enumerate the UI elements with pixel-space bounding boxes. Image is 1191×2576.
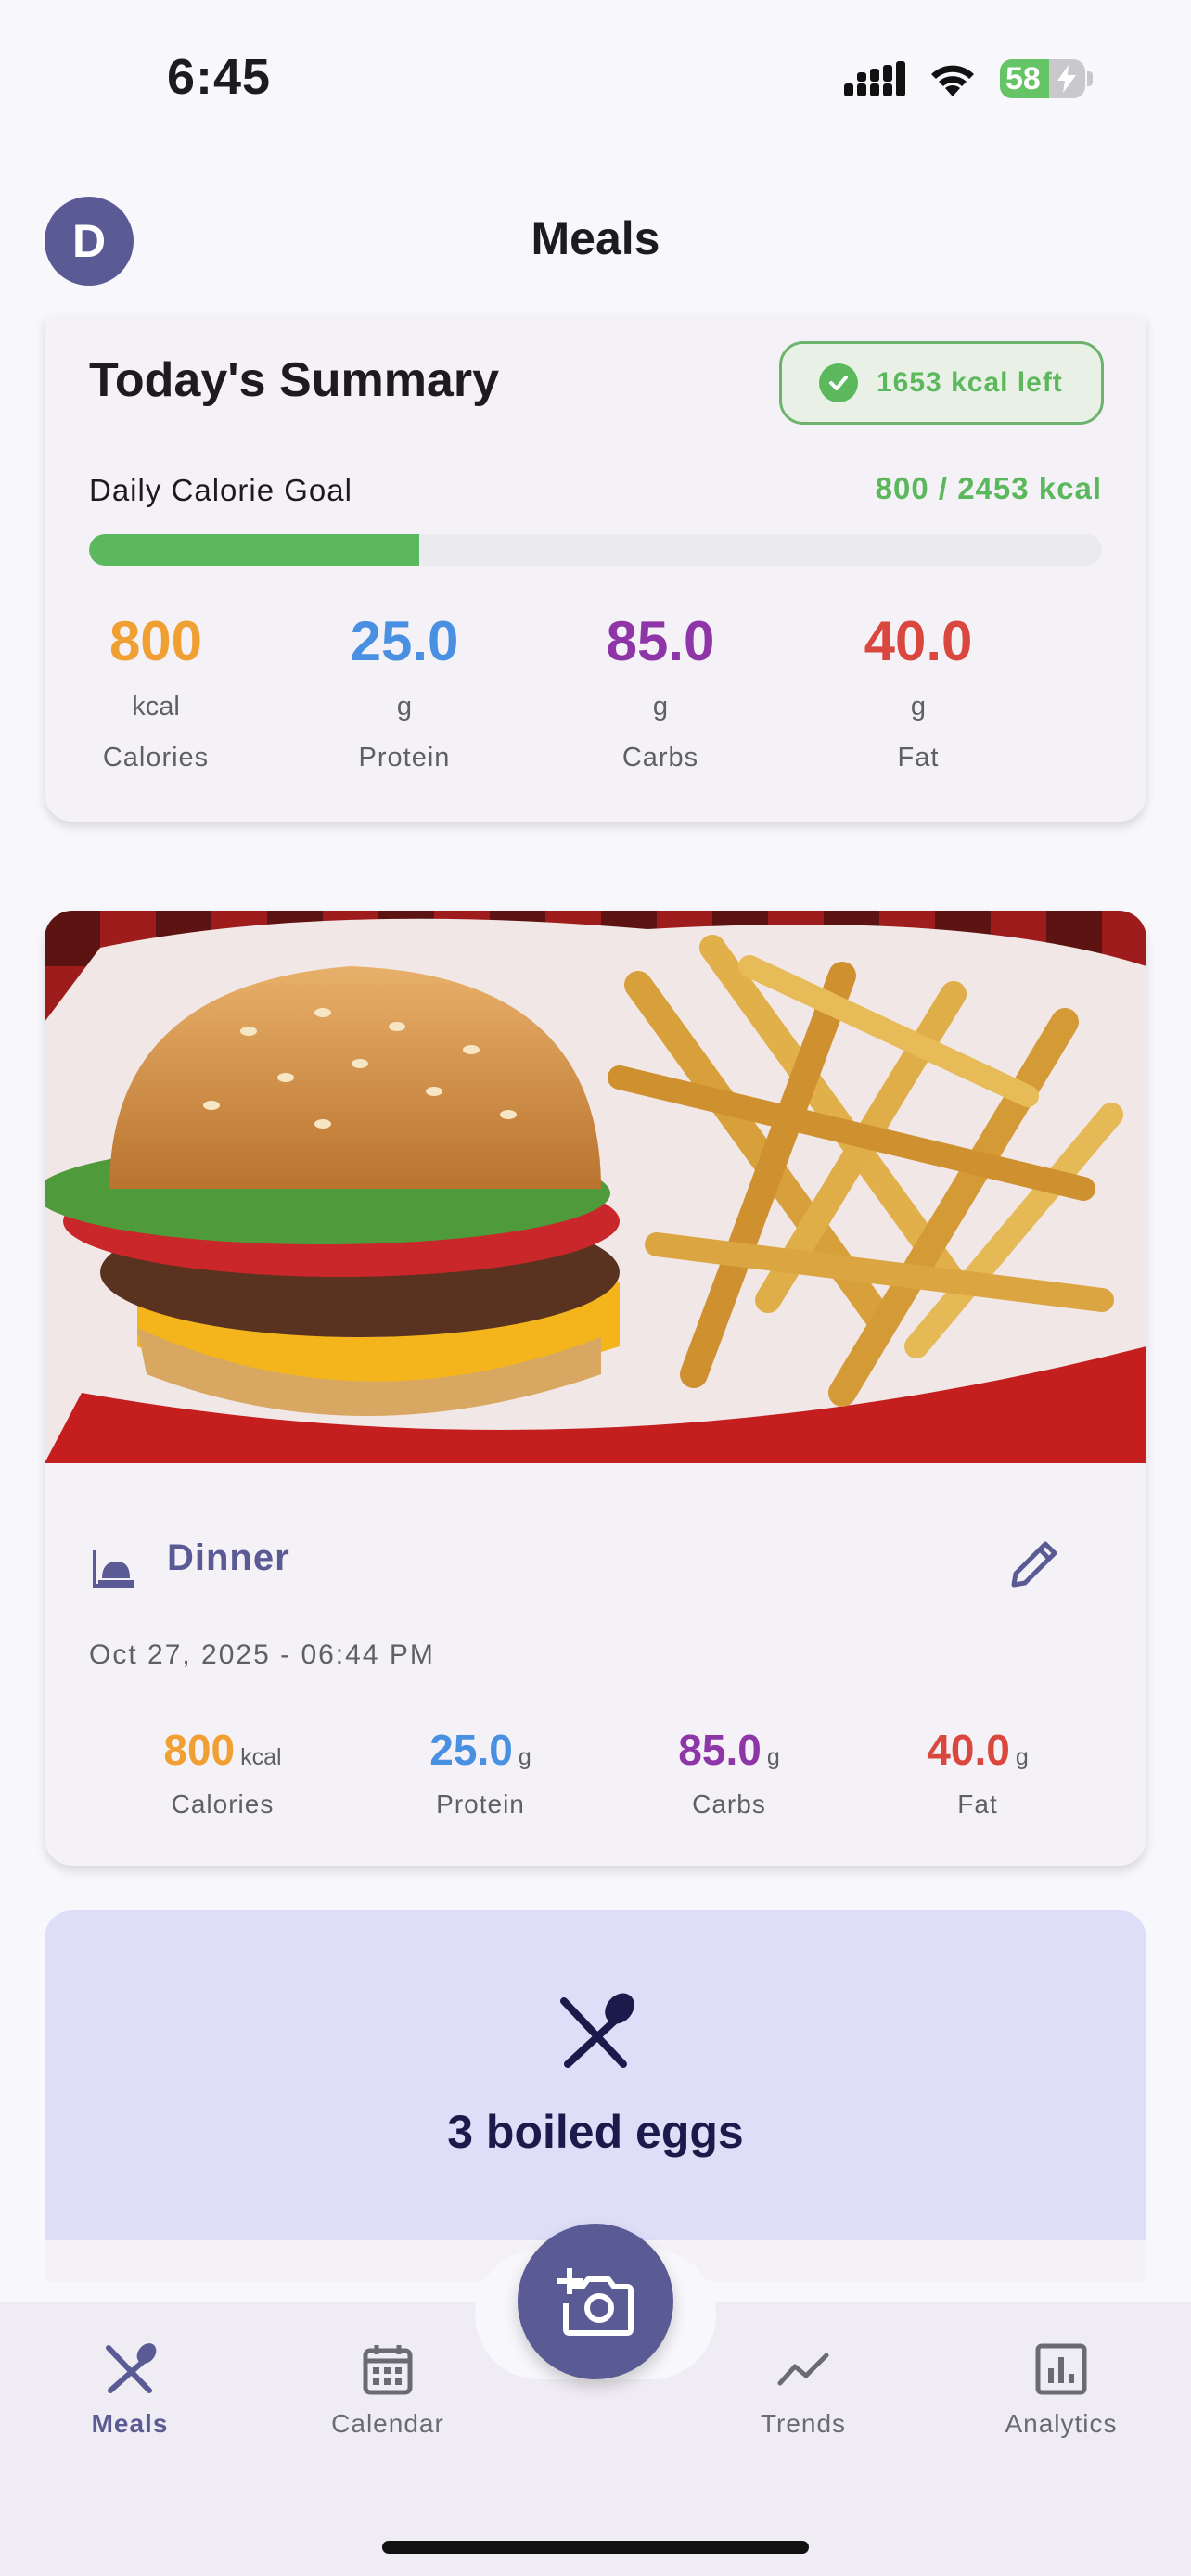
nav-item-trends[interactable]: Trends	[711, 2342, 896, 2439]
summary-macro-carbs: 85.0 g Carbs	[549, 614, 772, 773]
nav-label-calendar: Calendar	[331, 2409, 444, 2438]
meal-carbs-value: 85.0	[678, 1726, 762, 1774]
kcal-left-text: 1653 kcal left	[877, 367, 1063, 398]
calendar-icon	[363, 2345, 413, 2395]
meal-macro-calories: 800 kcal Calories	[102, 1725, 343, 1819]
meal-type-label: Dinner	[167, 1537, 290, 1578]
calorie-progress-fill	[89, 534, 419, 566]
nav-label-meals: Meals	[91, 2409, 169, 2438]
home-indicator	[382, 2541, 809, 2554]
utensils-icon	[106, 2343, 157, 2393]
nav-item-calendar[interactable]: Calendar	[295, 2342, 480, 2439]
meal-carbs-label: Carbs	[692, 1790, 766, 1818]
meal-macro-carbs: 85.0 g Carbs	[608, 1725, 850, 1819]
summary-macro-protein: 25.0 g Protein	[293, 614, 516, 773]
summary-carbs-unit: g	[652, 692, 669, 721]
check-circle-icon	[819, 363, 858, 402]
meal-calories-unit: kcal	[240, 1744, 282, 1770]
goal-value: 800 / 2453 kcal	[875, 471, 1102, 505]
pencil-icon	[1011, 1541, 1057, 1588]
utensils-icon	[560, 1993, 634, 2068]
summary-fat-value: 40.0	[864, 610, 973, 672]
summary-carbs-value: 85.0	[606, 610, 715, 672]
cellular-signal-icon	[844, 61, 905, 96]
summary-calories-unit: kcal	[132, 692, 180, 721]
bar-chart-icon	[1035, 2343, 1087, 2395]
meal-macro-protein: 25.0 g Protein	[360, 1725, 601, 1819]
summary-protein-label: Protein	[358, 743, 451, 772]
meal-protein-value: 25.0	[429, 1726, 513, 1774]
wifi-icon	[931, 65, 974, 96]
battery-percent: 58	[1005, 61, 1041, 96]
nav-label-analytics: Analytics	[1005, 2409, 1118, 2438]
meal-fat-unit: g	[1015, 1744, 1029, 1770]
summary-card: Today's Summary 1653 kcal left Daily Cal…	[45, 315, 1146, 822]
summary-macro-fat: 40.0 g Fat	[807, 614, 1030, 773]
summary-fat-label: Fat	[897, 743, 940, 772]
meal-fat-value: 40.0	[927, 1726, 1010, 1774]
summary-carbs-label: Carbs	[621, 743, 699, 772]
meal-title: 3 boiled eggs	[447, 2106, 744, 2158]
goal-label: Daily Calorie Goal	[89, 473, 352, 507]
dinner-icon	[93, 1550, 134, 1588]
meal-macro-fat: 40.0 g Fat	[857, 1725, 1098, 1819]
meal-protein-label: Protein	[436, 1790, 525, 1818]
add-photo-camera-icon	[557, 2268, 634, 2336]
meal-calories-value: 800	[163, 1726, 236, 1774]
meal-card[interactable]: Dinner Oct 27, 2025 - 06:44 PM 800 kcal C…	[45, 911, 1146, 1866]
summary-protein-unit: g	[396, 692, 413, 721]
status-time: 6:45	[167, 49, 272, 105]
summary-fat-unit: g	[910, 692, 927, 721]
battery-cap	[1087, 71, 1093, 86]
charging-bolt-icon	[1057, 65, 1076, 93]
meal-calories-label: Calories	[171, 1790, 275, 1818]
trend-line-icon	[777, 2353, 829, 2386]
meal-protein-unit: g	[518, 1744, 531, 1770]
nav-label-trends: Trends	[760, 2409, 847, 2438]
add-meal-photo-button[interactable]	[518, 2224, 673, 2379]
nav-item-meals[interactable]: Meals	[37, 2342, 223, 2439]
page-title: Meals	[531, 212, 660, 264]
meal-carbs-unit: g	[766, 1744, 780, 1770]
meal-photo	[45, 911, 1146, 1463]
meal-datetime: Oct 27, 2025 - 06:44 PM	[89, 1639, 435, 1670]
summary-protein-value: 25.0	[350, 610, 459, 672]
summary-calories-label: Calories	[102, 743, 210, 772]
battery-indicator: 58	[1000, 59, 1085, 98]
meal-fat-label: Fat	[957, 1790, 998, 1818]
summary-calories-value: 800	[109, 610, 203, 672]
kcal-left-badge: 1653 kcal left	[779, 341, 1104, 425]
nav-item-analytics[interactable]: Analytics	[968, 2342, 1154, 2439]
status-bar: 6:45 58	[0, 0, 1191, 148]
summary-macro-calories: 800 kcal Calories	[45, 614, 267, 773]
edit-meal-button[interactable]	[998, 1526, 1072, 1600]
calorie-progress-bar	[89, 534, 1102, 566]
summary-title: Today's Summary	[89, 353, 499, 407]
